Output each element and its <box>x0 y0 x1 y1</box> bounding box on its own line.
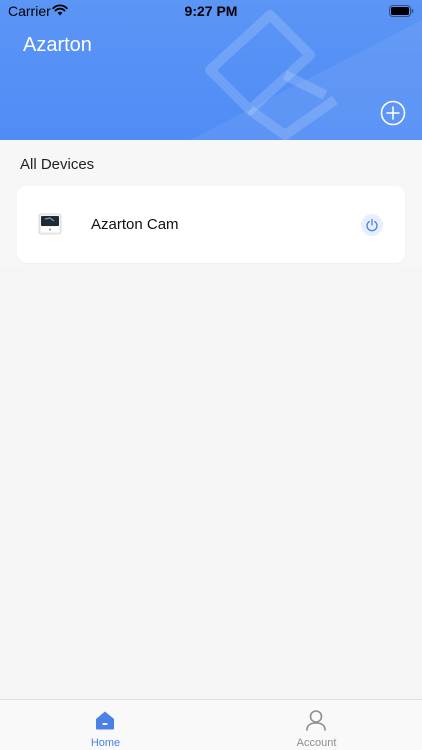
tab-account[interactable]: Account <box>211 700 422 750</box>
device-name: Azarton Cam <box>91 216 179 233</box>
home-icon <box>96 711 114 730</box>
tab-home[interactable]: Home <box>0 700 211 750</box>
battery-icon <box>389 5 414 17</box>
app-title: Azarton <box>23 34 92 56</box>
camera-device-icon <box>38 213 62 235</box>
header: Carrier 9:27 PM Azarton <box>0 0 422 140</box>
tab-home-label: Home <box>90 737 121 749</box>
status-bar: Carrier 9:27 PM <box>0 0 422 22</box>
power-button[interactable] <box>361 214 383 236</box>
tab-bar: Home Account <box>0 699 422 750</box>
clock-time: 9:27 PM <box>184 3 238 19</box>
power-icon <box>366 218 378 232</box>
tab-account-label: Account <box>296 737 337 749</box>
add-device-button[interactable] <box>380 100 406 126</box>
section-title: All Devices <box>20 156 95 173</box>
device-card[interactable]: Azarton Cam <box>17 186 405 263</box>
person-icon <box>306 710 326 731</box>
